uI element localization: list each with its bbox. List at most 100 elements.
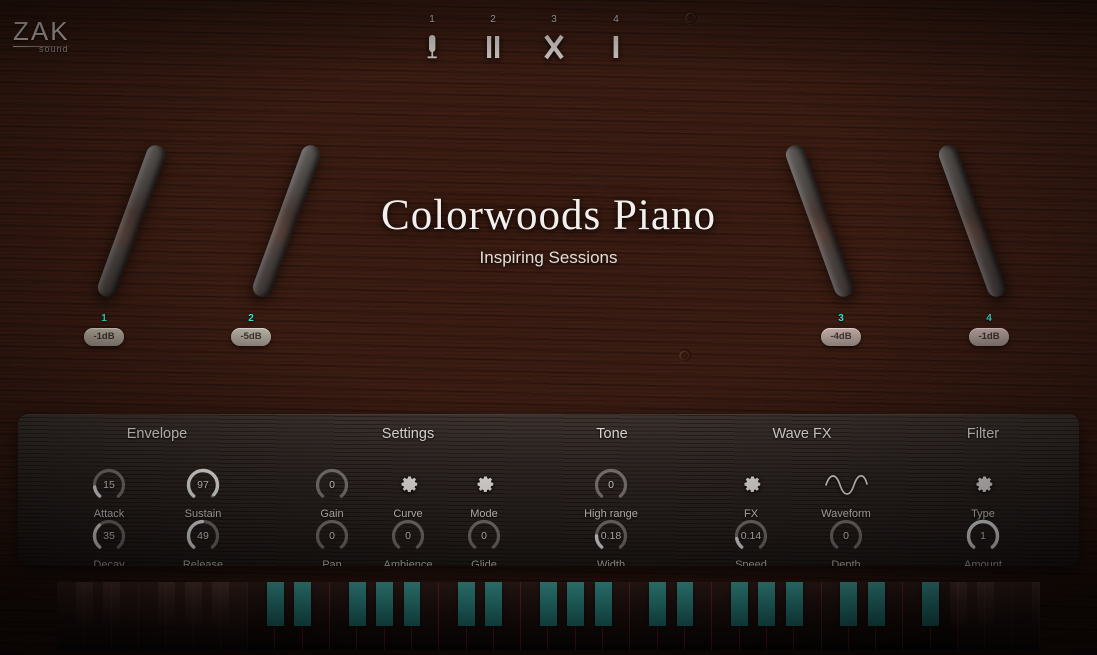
knob-release[interactable]: 49 xyxy=(161,514,245,558)
channel-level-badge[interactable]: -1dB xyxy=(969,328,1009,346)
channel-level-badge[interactable]: -1dB xyxy=(84,328,124,346)
black-key[interactable] xyxy=(976,582,994,626)
channel-number: 4 xyxy=(986,313,992,324)
control-amount[interactable]: 1 Amount xyxy=(941,514,1025,566)
knob-dial[interactable]: 15 xyxy=(89,465,129,505)
black-key[interactable] xyxy=(758,582,776,626)
knob-dial[interactable]: 0 xyxy=(826,516,866,556)
knob-dial[interactable]: 0 xyxy=(591,465,631,505)
knob-high-range[interactable]: 0 xyxy=(569,463,653,507)
control-depth[interactable]: 0 Depth xyxy=(804,514,888,566)
gear-icon[interactable] xyxy=(366,463,450,507)
top-toolbar: 1 2 3 4 xyxy=(420,14,680,80)
control-glide[interactable]: 0 Glide xyxy=(442,514,526,566)
control-release[interactable]: 49 Release xyxy=(161,514,245,566)
control-speed[interactable]: 0.14 Speed xyxy=(709,514,793,566)
channel-level-badge[interactable]: -4dB xyxy=(821,328,861,346)
black-key[interactable] xyxy=(103,582,121,626)
toolbar-button-number: 2 xyxy=(490,14,496,25)
black-key[interactable] xyxy=(1031,582,1040,626)
knob-amount[interactable]: 1 xyxy=(941,514,1025,558)
knob-value: 49 xyxy=(197,530,209,542)
knob-dial[interactable]: 0 xyxy=(388,516,428,556)
black-key[interactable] xyxy=(348,582,366,626)
knob-dial[interactable]: 0.14 xyxy=(731,516,771,556)
knob-dial[interactable]: 1 xyxy=(963,516,1003,556)
control-gain[interactable]: 0 Gain xyxy=(290,463,374,520)
control-curve[interactable]: Curve xyxy=(366,463,450,520)
black-key[interactable] xyxy=(649,582,667,626)
control-sustain[interactable]: 97 Sustain xyxy=(161,463,245,520)
black-key[interactable] xyxy=(403,582,421,626)
toolbar-button-3[interactable]: 3 xyxy=(531,14,577,68)
black-key[interactable] xyxy=(185,582,202,626)
sine-wave-icon[interactable] xyxy=(804,463,888,507)
black-key[interactable] xyxy=(840,582,858,626)
black-key[interactable] xyxy=(949,582,967,626)
black-key[interactable] xyxy=(676,582,694,626)
control-pan[interactable]: 0 Pan xyxy=(290,514,374,566)
knob-dial[interactable]: 49 xyxy=(183,516,223,556)
knob-depth[interactable]: 0 xyxy=(804,514,888,558)
black-key[interactable] xyxy=(922,582,940,626)
knob-speed[interactable]: 0.14 xyxy=(709,514,793,558)
control-attack[interactable]: 15 Attack xyxy=(67,463,151,520)
black-key[interactable] xyxy=(485,582,503,626)
control-type[interactable]: Type xyxy=(941,463,1025,520)
section-title-envelope: Envelope xyxy=(126,426,188,442)
toolbar-button-4[interactable]: 4 xyxy=(593,14,639,68)
control-ambience[interactable]: 0 Ambience xyxy=(366,514,450,566)
gear-icon[interactable] xyxy=(709,463,793,507)
black-key[interactable] xyxy=(540,582,557,626)
toolbar-button-1[interactable]: 1 xyxy=(409,14,455,68)
knob-dial[interactable]: 0.18 xyxy=(591,516,631,556)
black-key[interactable] xyxy=(376,582,394,626)
control-mode[interactable]: Mode xyxy=(442,463,526,520)
knob-width[interactable]: 0.18 xyxy=(569,514,653,558)
knob-dial[interactable]: 0 xyxy=(312,516,352,556)
gear-icon[interactable] xyxy=(941,463,1025,507)
channel-level-badge[interactable]: -5dB xyxy=(231,328,271,346)
control-fx[interactable]: FX xyxy=(709,463,793,520)
knob-attack[interactable]: 15 xyxy=(67,463,151,507)
black-key[interactable] xyxy=(567,582,585,626)
gear-icon[interactable] xyxy=(442,463,526,507)
black-key[interactable] xyxy=(212,582,230,626)
channel-number: 3 xyxy=(838,313,844,324)
control-waveform[interactable]: Waveform xyxy=(804,463,888,520)
black-key[interactable] xyxy=(266,582,284,626)
toolbar-button-2[interactable]: 2 xyxy=(470,14,516,68)
black-key[interactable] xyxy=(458,582,476,626)
knob-pan[interactable]: 0 xyxy=(290,514,374,558)
control-high-range[interactable]: 0 High range xyxy=(569,463,653,520)
piano-keyboard[interactable] xyxy=(57,582,1040,650)
knob-decay[interactable]: 35 xyxy=(67,514,151,558)
knob-glide[interactable]: 0 xyxy=(442,514,526,558)
control-decay[interactable]: 35 Decay xyxy=(67,514,151,566)
knob-dial[interactable]: 0 xyxy=(312,465,352,505)
knob-value: 0.14 xyxy=(740,530,762,542)
black-key[interactable] xyxy=(867,582,885,626)
control-label: Release xyxy=(182,559,224,566)
knob-value: 1 xyxy=(980,530,986,542)
knob-dial[interactable]: 35 xyxy=(89,516,129,556)
section-title-wave-fx: Wave FX xyxy=(772,426,832,442)
pause-bars-icon[interactable] xyxy=(470,28,516,68)
channel-number: 2 xyxy=(248,313,254,324)
channel-4: 4 -1dB xyxy=(959,313,1019,346)
black-key[interactable] xyxy=(785,582,803,626)
black-key[interactable] xyxy=(294,582,312,626)
black-key[interactable] xyxy=(157,582,175,626)
black-key[interactable] xyxy=(594,582,612,626)
knob-sustain[interactable]: 97 xyxy=(161,463,245,507)
control-width[interactable]: 0.18 Width xyxy=(569,514,653,566)
close-x-icon[interactable] xyxy=(531,28,577,68)
black-key[interactable] xyxy=(75,582,93,626)
microphone-icon[interactable] xyxy=(409,28,455,68)
black-key[interactable] xyxy=(731,582,749,626)
knob-dial[interactable]: 0 xyxy=(464,516,504,556)
knob-ambience[interactable]: 0 xyxy=(366,514,450,558)
knob-dial[interactable]: 97 xyxy=(183,465,223,505)
knob-gain[interactable]: 0 xyxy=(290,463,374,507)
single-bar-icon[interactable] xyxy=(593,28,639,68)
